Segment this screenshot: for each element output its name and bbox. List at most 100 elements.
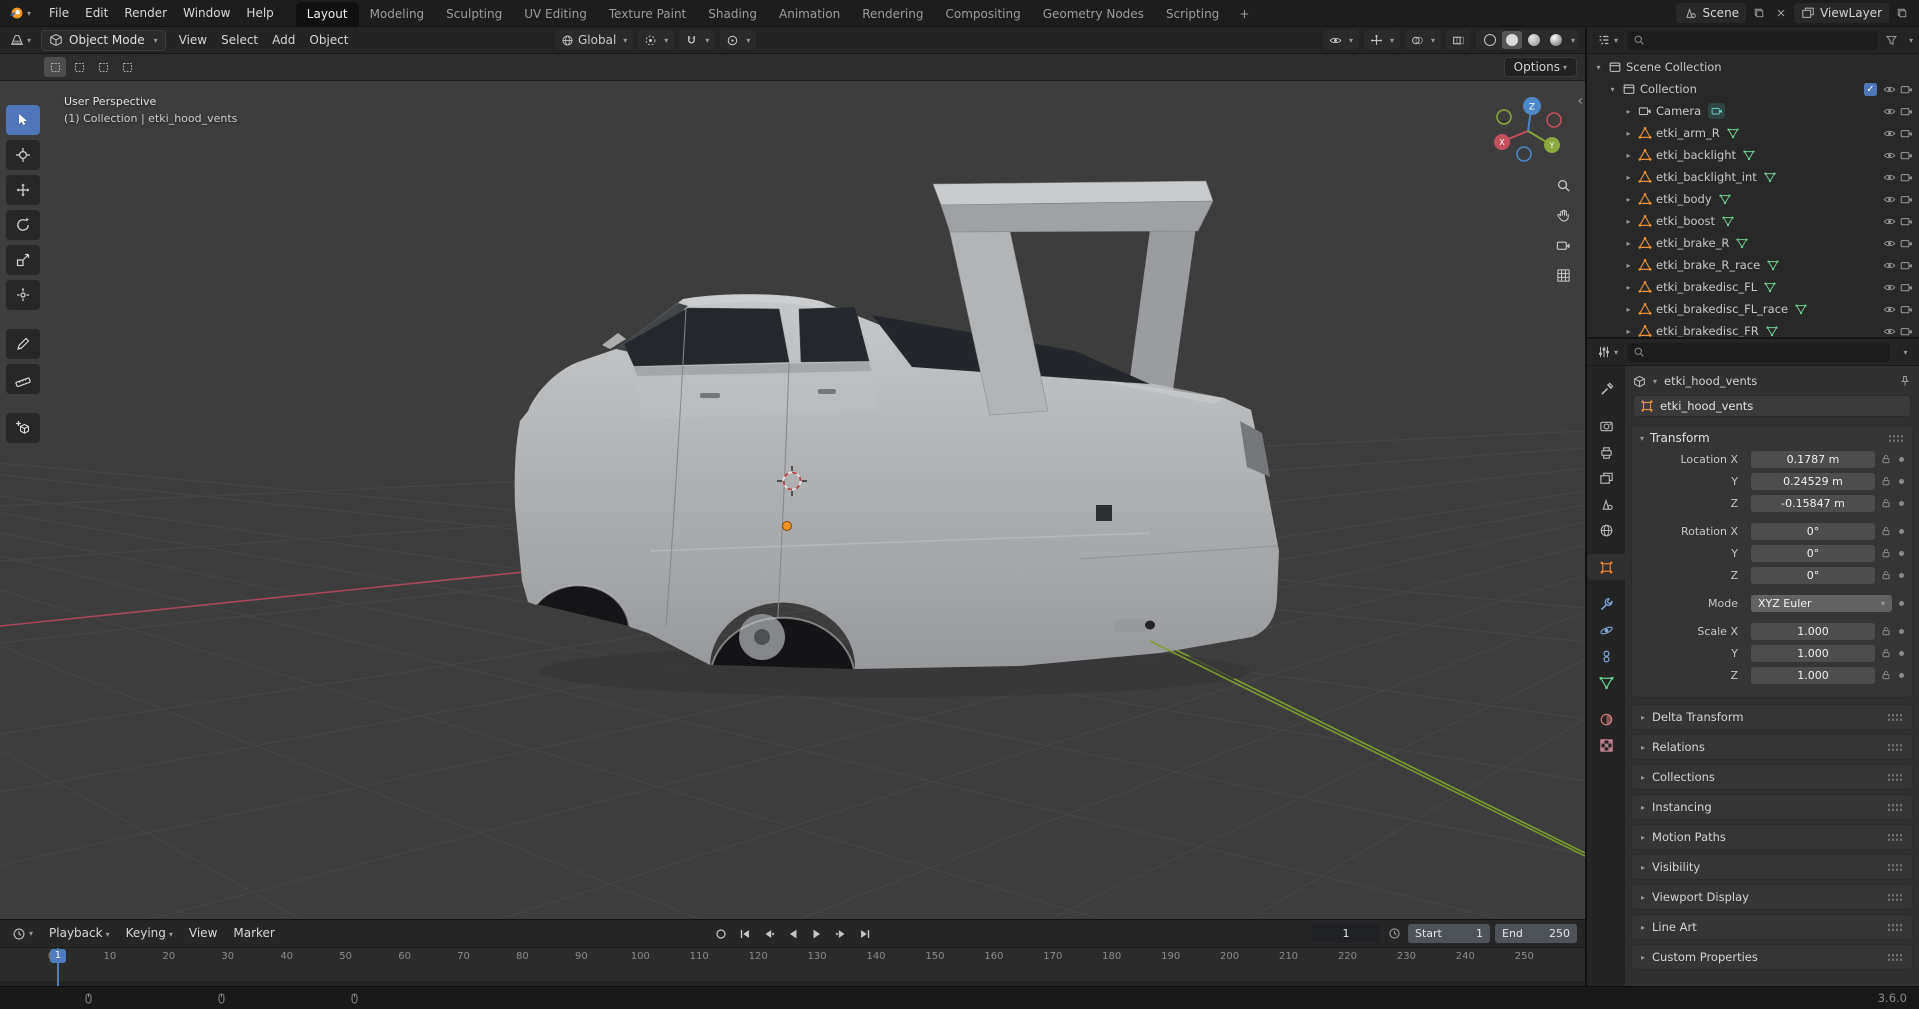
collection-checkbox[interactable]: ✓ bbox=[1864, 82, 1877, 96]
active-camera-badge[interactable] bbox=[1708, 103, 1726, 119]
lock-icon[interactable] bbox=[1880, 453, 1892, 465]
timeline-menu-view[interactable]: View bbox=[181, 920, 225, 948]
timeline-menu-playback[interactable]: Playback ▾ bbox=[41, 920, 118, 948]
lock-icon[interactable] bbox=[1880, 525, 1892, 537]
animate-dot[interactable] bbox=[1899, 650, 1904, 656]
outliner-item-camera[interactable]: ▸ Camera bbox=[1587, 100, 1919, 122]
workspace-tab-geometry-nodes[interactable]: Geometry Nodes bbox=[1032, 2, 1155, 27]
panel-grip[interactable] bbox=[1888, 433, 1904, 443]
workspace-tab-scripting[interactable]: Scripting bbox=[1155, 2, 1230, 27]
start-frame-field[interactable]: Start 1 bbox=[1408, 924, 1490, 943]
timeline-editor-type-button[interactable]: ▾ bbox=[8, 927, 37, 941]
tool-annotate[interactable] bbox=[6, 329, 40, 359]
outliner-item-etki-brake-r-race[interactable]: ▸ etki_brake_R_race bbox=[1587, 254, 1919, 276]
transform-field-rotation-x-3[interactable]: 0° bbox=[1751, 522, 1875, 540]
transform-field-z-9[interactable]: 1.000 bbox=[1751, 666, 1875, 684]
lock-icon[interactable] bbox=[1880, 475, 1892, 487]
animate-dot[interactable] bbox=[1899, 600, 1904, 606]
animate-dot[interactable] bbox=[1899, 550, 1904, 556]
transform-orientation-dropdown[interactable]: Global ▾ bbox=[555, 30, 634, 50]
hide-in-viewport-toggle[interactable] bbox=[1883, 149, 1896, 162]
panel-relations[interactable]: ▸ Relations bbox=[1631, 734, 1913, 760]
hide-in-viewport-toggle[interactable] bbox=[1883, 303, 1896, 316]
menu-render[interactable]: Render bbox=[116, 0, 175, 26]
transform-field-scale-x-7[interactable]: 1.000 bbox=[1751, 622, 1875, 640]
viewport-perspective-toggle-button[interactable] bbox=[1551, 263, 1575, 287]
tool-cursor[interactable] bbox=[6, 140, 40, 170]
hide-in-viewport-toggle[interactable] bbox=[1883, 215, 1896, 228]
timeline-menu-keying[interactable]: Keying ▾ bbox=[118, 920, 181, 948]
timeline-scrollbar[interactable] bbox=[0, 981, 1585, 986]
jump-to-start-button[interactable] bbox=[734, 924, 756, 944]
panel-instancing[interactable]: ▸ Instancing bbox=[1631, 794, 1913, 820]
properties-tab-output[interactable] bbox=[1587, 439, 1625, 465]
overlays-dropdown[interactable]: ▾ bbox=[1404, 30, 1441, 50]
outliner-search-input[interactable] bbox=[1627, 30, 1878, 50]
panel-collections[interactable]: ▸ Collections bbox=[1631, 764, 1913, 790]
editor-type-button[interactable]: ▾ bbox=[6, 33, 35, 47]
mode-dropdown[interactable]: Object Mode ▾ bbox=[41, 29, 166, 51]
toggle-xray-button[interactable] bbox=[1445, 30, 1471, 50]
tool-move[interactable] bbox=[6, 175, 40, 205]
hide-in-viewport-toggle[interactable] bbox=[1883, 193, 1896, 206]
viewport-menu-object[interactable]: Object bbox=[302, 27, 355, 53]
hide-in-viewport-toggle[interactable] bbox=[1883, 83, 1896, 96]
sidebar-collapse-arrow[interactable]: ‹ bbox=[1577, 93, 1583, 109]
gizmos-dropdown[interactable]: ▾ bbox=[1363, 30, 1400, 50]
outliner-item-etki-brakedisc-fl-race[interactable]: ▸ etki_brakedisc_FL_race bbox=[1587, 298, 1919, 320]
disable-in-renders-toggle[interactable] bbox=[1900, 303, 1913, 316]
object-name-field[interactable]: etki_hood_vents bbox=[1633, 395, 1911, 417]
animate-dot[interactable] bbox=[1899, 500, 1904, 506]
expand-icon[interactable]: ▸ bbox=[1623, 217, 1634, 226]
lock-icon[interactable] bbox=[1880, 647, 1892, 659]
disable-in-renders-toggle[interactable] bbox=[1900, 193, 1913, 206]
hide-in-viewport-toggle[interactable] bbox=[1883, 281, 1896, 294]
select-mode-new-button[interactable] bbox=[44, 57, 66, 77]
gizmo-minus-z-handle[interactable] bbox=[1516, 146, 1532, 162]
hide-in-viewport-toggle[interactable] bbox=[1883, 127, 1896, 140]
disable-in-renders-toggle[interactable] bbox=[1900, 237, 1913, 250]
transform-field-location-x-0[interactable]: 0.1787 m bbox=[1751, 450, 1875, 468]
properties-tab-material[interactable] bbox=[1587, 706, 1625, 732]
gizmo-minus-y-handle[interactable] bbox=[1496, 109, 1512, 125]
panel-visibility[interactable]: ▸ Visibility bbox=[1631, 854, 1913, 880]
panel-grip[interactable] bbox=[1887, 952, 1903, 962]
outliner-editor-type-button[interactable]: ▾ bbox=[1593, 33, 1622, 47]
panel-grip[interactable] bbox=[1887, 712, 1903, 722]
workspace-tab-compositing[interactable]: Compositing bbox=[934, 2, 1031, 27]
properties-tab-render[interactable] bbox=[1587, 413, 1625, 439]
animate-dot[interactable] bbox=[1899, 572, 1904, 578]
workspace-tab-layout[interactable]: Layout bbox=[295, 1, 359, 27]
new-scene-button[interactable] bbox=[1750, 4, 1768, 22]
disable-in-renders-toggle[interactable] bbox=[1900, 149, 1913, 162]
animate-dot[interactable] bbox=[1899, 672, 1904, 678]
panel-grip[interactable] bbox=[1887, 862, 1903, 872]
unlink-scene-button[interactable] bbox=[1772, 4, 1790, 22]
pivot-point-dropdown[interactable]: ▾ bbox=[638, 30, 675, 50]
tool-add-cube[interactable] bbox=[6, 413, 40, 443]
tool-select-box[interactable] bbox=[6, 105, 40, 135]
properties-tab-constraints[interactable] bbox=[1587, 643, 1625, 669]
outliner-collection[interactable]: ▾ Collection ✓ bbox=[1587, 78, 1919, 100]
disable-in-renders-toggle[interactable] bbox=[1900, 83, 1913, 96]
expand-icon[interactable]: ▸ bbox=[1623, 107, 1634, 116]
disable-in-renders-toggle[interactable] bbox=[1900, 127, 1913, 140]
viewport-menu-select[interactable]: Select bbox=[214, 27, 265, 53]
expand-icon[interactable]: ▾ bbox=[1593, 63, 1604, 72]
outliner-item-etki-brakedisc-fl[interactable]: ▸ etki_brakedisc_FL bbox=[1587, 276, 1919, 298]
transform-field-y-1[interactable]: 0.24529 m bbox=[1751, 472, 1875, 490]
expand-icon[interactable]: ▸ bbox=[1623, 327, 1634, 336]
play-reverse-button[interactable] bbox=[782, 924, 804, 944]
view-layer-selector[interactable]: ViewLayer bbox=[1794, 3, 1889, 23]
expand-icon[interactable]: ▸ bbox=[1623, 283, 1634, 292]
outliner-scene-collection[interactable]: ▾ Scene Collection bbox=[1587, 56, 1919, 78]
properties-tab-view-layer[interactable] bbox=[1587, 465, 1625, 491]
tool-scale[interactable] bbox=[6, 245, 40, 275]
transform-panel-header[interactable]: ▾ Transform bbox=[1632, 426, 1912, 450]
add-workspace-tab-button[interactable]: + bbox=[1230, 2, 1258, 27]
lock-icon[interactable] bbox=[1880, 625, 1892, 637]
panel-custom-properties[interactable]: ▸ Custom Properties bbox=[1631, 944, 1913, 970]
properties-tab-object-data[interactable] bbox=[1587, 669, 1625, 695]
viewport-pan-button[interactable] bbox=[1551, 203, 1575, 227]
expand-icon[interactable]: ▾ bbox=[1607, 85, 1618, 94]
